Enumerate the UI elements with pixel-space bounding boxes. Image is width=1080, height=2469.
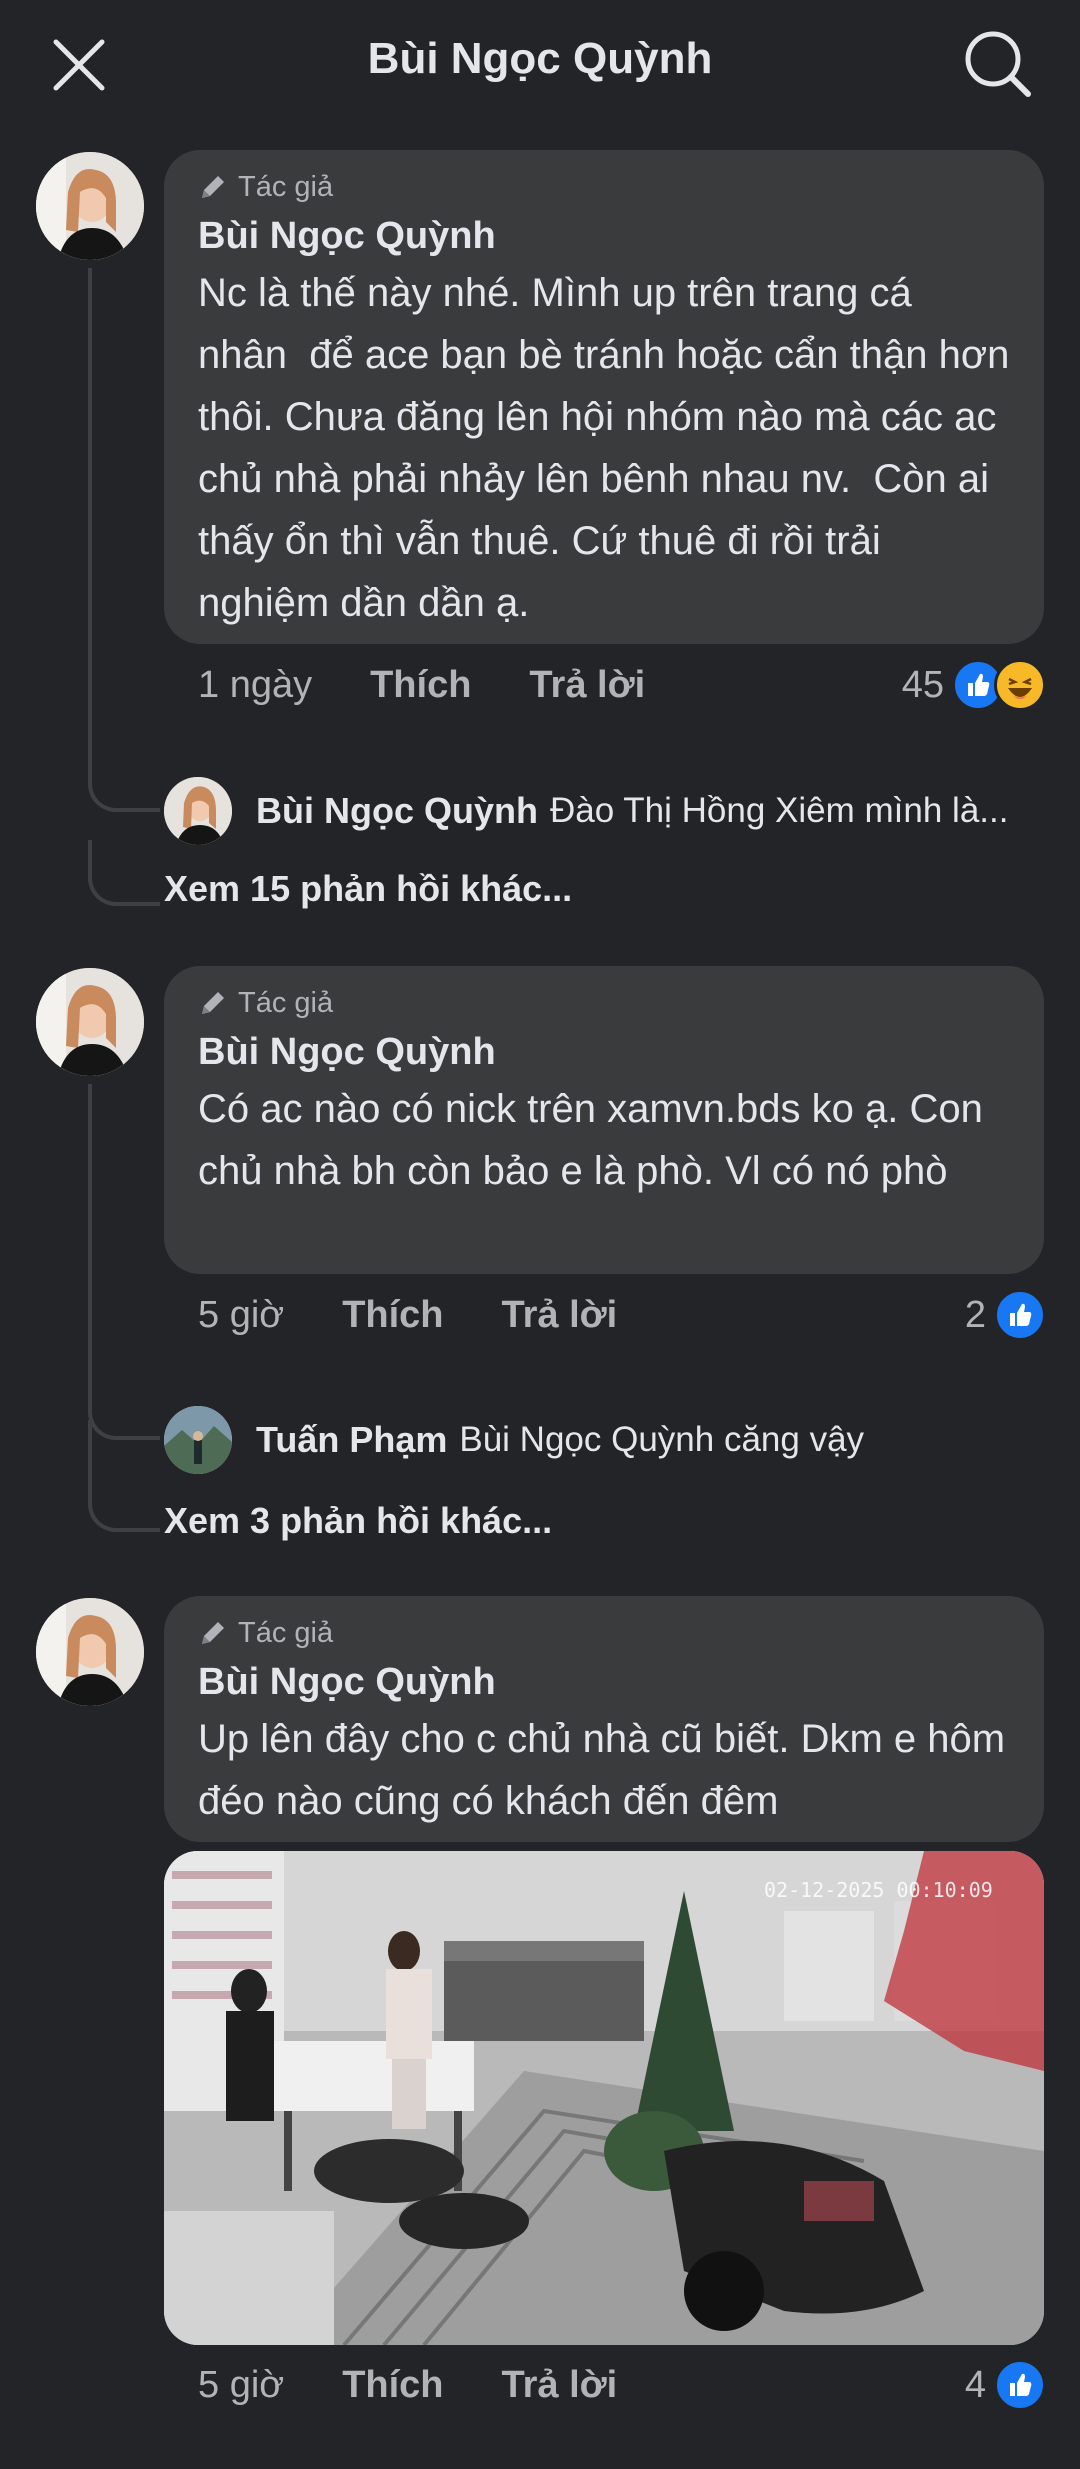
- thread-connector: [88, 760, 160, 812]
- comment-actions: 1 ngày Thích Trả lời: [198, 660, 645, 710]
- thread-connector: [88, 840, 160, 906]
- reply-preview[interactable]: Tuấn Phạm Bùi Ngọc Quỳnh căng vậy: [164, 1406, 1044, 1474]
- comment-time: 5 giờ: [198, 2363, 285, 2406]
- like-button[interactable]: Thích: [370, 664, 471, 707]
- thread-line: [88, 1084, 92, 1414]
- reply-text: Bùi Ngọc Quỳnh căng vậy: [459, 1420, 865, 1459]
- pencil-icon: [202, 176, 224, 198]
- author-badge: Tác giả: [198, 986, 1010, 1020]
- like-icon: [994, 1289, 1046, 1341]
- reaction-count: 2: [964, 1293, 986, 1336]
- pencil-icon: [202, 992, 224, 1014]
- view-more-replies-link[interactable]: Xem 3 phản hồi khác...: [164, 1500, 552, 1542]
- author-badge-label: Tác giả: [238, 170, 334, 203]
- comment-text: Up lên đây cho c chủ nhà cũ biết. Dkm e …: [198, 1717, 1017, 1823]
- reply-author[interactable]: Tuấn Phạm: [256, 1419, 447, 1461]
- reply-button[interactable]: Trả lời: [502, 2364, 618, 2407]
- comment-time: 1 ngày: [198, 663, 313, 706]
- reaction-summary[interactable]: 2: [964, 1289, 1046, 1341]
- pencil-icon: [202, 1622, 224, 1644]
- comment-text: Có ac nào có nick trên xamvn.bds ko ạ. C…: [198, 1087, 994, 1193]
- like-button[interactable]: Thích: [342, 2364, 443, 2407]
- view-more-replies-link[interactable]: Xem 15 phản hồi khác...: [164, 868, 572, 910]
- reply-button[interactable]: Trả lời: [502, 1294, 618, 1337]
- comments-page: Bùi Ngọc Quỳnh Tác giả Bùi Ngọc Quỳnh Nc…: [0, 0, 1080, 2469]
- thread-connector: [88, 1380, 160, 1440]
- reply-author[interactable]: Bùi Ngọc Quỳnh: [256, 790, 538, 832]
- reaction-count: 4: [964, 2363, 986, 2406]
- comment-actions: 5 giờ Thích Trả lời: [198, 2360, 617, 2410]
- reply-button[interactable]: Trả lời: [529, 664, 645, 707]
- reply-text: Đào Thị Hồng Xiêm mình là...: [550, 791, 1009, 830]
- like-icon: [994, 2359, 1046, 2411]
- reply-preview[interactable]: Bùi Ngọc Quỳnh Đào Thị Hồng Xiêm mình là…: [164, 777, 1044, 845]
- comment-photo[interactable]: 02-12-2025 00:10:09: [164, 1851, 1044, 2345]
- comment-bubble[interactable]: Tác giả Bùi Ngọc Quỳnh Up lên đây cho c …: [164, 1596, 1044, 1842]
- comment-author[interactable]: Bùi Ngọc Quỳnh: [198, 1658, 1010, 1706]
- comment-author[interactable]: Bùi Ngọc Quỳnh: [198, 1028, 1010, 1076]
- avatar[interactable]: [36, 1598, 144, 1706]
- search-icon[interactable]: [960, 26, 1036, 102]
- cctv-image: 02-12-2025 00:10:09: [164, 1851, 1044, 2345]
- author-badge-label: Tác giả: [238, 1616, 334, 1649]
- avatar[interactable]: [36, 968, 144, 1076]
- thread-line: [88, 268, 92, 518]
- header-bar: Bùi Ngọc Quỳnh: [0, 0, 1080, 130]
- reaction-summary[interactable]: 4: [964, 2359, 1046, 2411]
- like-button[interactable]: Thích: [342, 1294, 443, 1337]
- avatar[interactable]: [36, 152, 144, 260]
- author-badge-label: Tác giả: [238, 986, 334, 1019]
- comment-actions: 5 giờ Thích Trả lời: [198, 1290, 617, 1340]
- reaction-summary[interactable]: 45: [901, 659, 1046, 711]
- haha-icon: [994, 659, 1046, 711]
- author-badge: Tác giả: [198, 170, 1010, 204]
- comment-author[interactable]: Bùi Ngọc Quỳnh: [198, 212, 1010, 260]
- comment-text: Nc là thế này nhé. Mình up trên trang cá…: [198, 271, 1021, 625]
- page-title: Bùi Ngọc Quỳnh: [367, 34, 713, 83]
- comment-bubble[interactable]: Tác giả Bùi Ngọc Quỳnh Nc là thế này nhé…: [164, 150, 1044, 644]
- photo-timestamp: 02-12-2025 00:10:09: [764, 1878, 993, 1902]
- thread-connector: [88, 1440, 160, 1532]
- thread-line: [88, 518, 92, 778]
- author-badge: Tác giả: [198, 1616, 1010, 1650]
- comment-time: 5 giờ: [198, 1293, 285, 1336]
- reaction-count: 45: [901, 663, 944, 706]
- comment-bubble[interactable]: Tác giả Bùi Ngọc Quỳnh Có ac nào có nick…: [164, 966, 1044, 1274]
